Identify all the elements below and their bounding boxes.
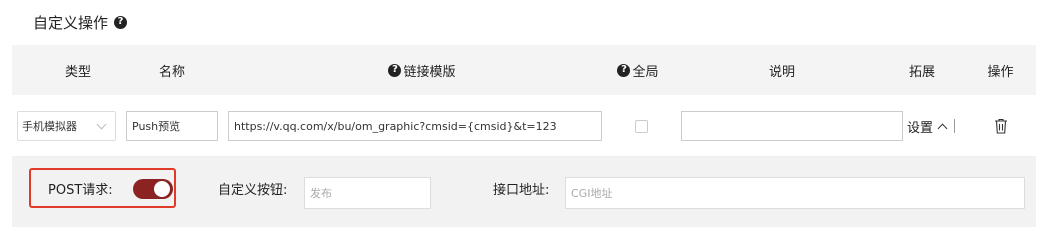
chevron-up-icon — [937, 123, 948, 133]
api-url-input[interactable]: CGI地址 — [565, 177, 1025, 209]
header-name: 名称 — [158, 64, 185, 80]
question-circle-icon[interactable]: ? — [388, 63, 402, 77]
name-input[interactable]: Push预览 — [126, 111, 218, 141]
post-request-setting: POST请求: — [29, 168, 176, 208]
header-global: ? 全局 — [608, 45, 668, 95]
api-url-label: 接口地址: — [493, 182, 550, 198]
table-header: 类型 名称 ? 链接模版 ? 全局 说明 拓展 操作 — [12, 45, 1036, 95]
global-checkbox[interactable] — [635, 120, 648, 133]
type-select[interactable]: 手机模拟器 — [17, 111, 116, 141]
header-global-label: 全局 — [632, 64, 659, 80]
header-action: 操作 — [987, 64, 1014, 80]
api-url-placeholder: CGI地址 — [571, 187, 613, 200]
setting-toggle-button[interactable]: 设置 — [907, 117, 956, 136]
trash-icon[interactable] — [994, 118, 1008, 134]
section-title-text: 自定义操作 — [33, 13, 109, 32]
toggle-knob — [154, 181, 170, 197]
panel-pointer — [915, 157, 931, 165]
custom-button-input[interactable]: 发布 — [304, 177, 431, 209]
desc-input[interactable] — [681, 111, 903, 141]
question-circle-icon[interactable]: ? — [114, 15, 128, 29]
post-request-toggle[interactable] — [133, 179, 173, 199]
header-desc: 说明 — [768, 64, 795, 80]
table-row: 手机模拟器 Push预览 https://v.qq.com/x/bu/om_gr… — [12, 95, 1036, 157]
template-input-value: https://v.qq.com/x/bu/om_graphic?cmsid={… — [234, 119, 557, 133]
header-type: 类型 — [64, 64, 91, 80]
header-template: ? 链接模版 — [352, 45, 492, 95]
header-extend: 拓展 — [908, 64, 935, 80]
post-request-label: POST请求: — [48, 182, 113, 198]
name-input-value: Push预览 — [132, 120, 181, 133]
divider — [954, 119, 956, 133]
custom-button-label: 自定义按钮: — [218, 182, 288, 198]
question-circle-icon[interactable]: ? — [617, 63, 631, 77]
extend-panel: POST请求: 自定义按钮: 发布 接口地址: CGI地址 — [12, 157, 1036, 227]
setting-label: 设置 — [907, 120, 934, 136]
header-template-label: 链接模版 — [403, 64, 456, 80]
type-select-value: 手机模拟器 — [22, 120, 77, 133]
section-title: 自定义操作 ? — [33, 11, 128, 33]
template-input[interactable]: https://v.qq.com/x/bu/om_graphic?cmsid={… — [228, 111, 602, 141]
chevron-down-icon — [96, 119, 107, 130]
custom-button-placeholder: 发布 — [310, 187, 332, 200]
